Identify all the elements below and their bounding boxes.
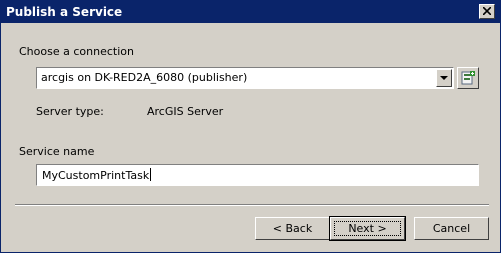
connection-dropdown-button[interactable] [436,69,452,87]
service-name-value: MyCustomPrintTask [42,169,150,182]
window-title: Publish a Service [6,5,123,19]
connection-select[interactable]: arcgis on DK-RED2A_6080 (publisher) [36,67,454,89]
add-connection-button[interactable] [457,67,479,89]
server-type-value: ArcGIS Server [147,105,224,118]
chevron-down-icon [440,76,448,80]
separator [15,204,489,206]
service-name-input[interactable]: MyCustomPrintTask [36,164,479,186]
text-caret [150,168,152,181]
publish-service-dialog: Publish a Service Choose a connection ar… [0,0,501,253]
back-button-label: < Back [272,222,313,235]
connection-label: Choose a connection [19,45,134,58]
cancel-button-label: Cancel [432,222,471,235]
next-button[interactable]: Next > [329,216,406,241]
close-button[interactable] [479,4,495,19]
service-name-label: Service name [19,145,95,158]
cancel-button[interactable]: Cancel [414,217,489,240]
close-icon [483,7,491,15]
next-button-label: Next > [348,222,387,235]
connection-select-value: arcgis on DK-RED2A_6080 (publisher) [41,71,248,84]
add-connection-icon [461,71,475,85]
back-button[interactable]: < Back [255,217,330,240]
title-bar[interactable]: Publish a Service [1,1,500,23]
server-type-label: Server type: [36,105,104,118]
